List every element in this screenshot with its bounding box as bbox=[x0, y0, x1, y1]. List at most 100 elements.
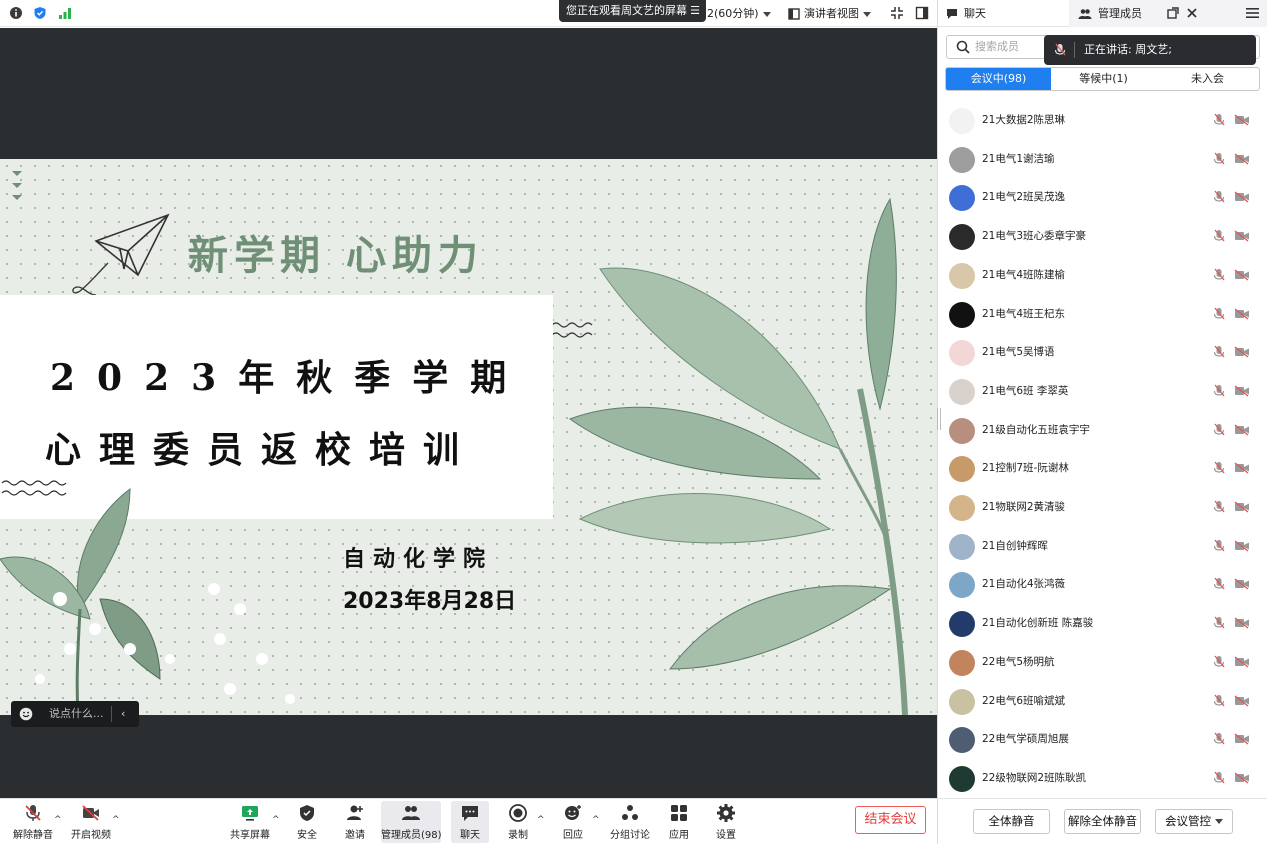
mic-muted-icon[interactable] bbox=[1213, 694, 1225, 708]
member-row[interactable]: 21自创钟辉晖 bbox=[938, 527, 1267, 566]
mic-muted-icon[interactable] bbox=[1213, 461, 1225, 475]
mute-all-button[interactable]: 全体静音 bbox=[973, 809, 1050, 834]
bottom-toolbar: 解除静音 ^ 开启视频 ^ 共享屏幕 ^ 安全 邀请 管理成员(98) 聊天 录… bbox=[0, 798, 937, 844]
tab-not-joined[interactable]: 未入会 bbox=[1156, 68, 1259, 90]
member-name: 21大数据2陈思琳 bbox=[982, 114, 1066, 126]
unmute-button[interactable]: 解除静音 bbox=[12, 801, 54, 843]
mic-muted-icon[interactable] bbox=[1213, 152, 1225, 166]
mic-muted-icon[interactable] bbox=[1213, 307, 1225, 321]
chevron-up-icon[interactable]: ^ bbox=[112, 815, 120, 825]
member-row[interactable]: 21自动化4张鸿薇 bbox=[938, 565, 1267, 604]
chevron-left-icon[interactable]: ‹ bbox=[121, 701, 125, 727]
security-button[interactable]: 安全 bbox=[292, 801, 322, 843]
info-icon[interactable] bbox=[9, 6, 23, 20]
member-row[interactable]: 22电气学硕周旭展 bbox=[938, 720, 1267, 759]
tab-chat[interactable]: 聊天 bbox=[938, 0, 1069, 27]
video-off-icon[interactable] bbox=[1234, 424, 1250, 436]
member-row[interactable]: 21电气4班王杞东 bbox=[938, 295, 1267, 334]
share-screen-button[interactable]: 共享屏幕 bbox=[228, 801, 272, 843]
member-row[interactable]: 21大数据2陈思琳 bbox=[938, 101, 1267, 140]
video-off-icon[interactable] bbox=[1234, 501, 1250, 513]
view-mode-dropdown[interactable]: 演讲者视图 bbox=[788, 0, 871, 27]
speaking-text: 正在讲话: 周文艺; bbox=[1084, 43, 1172, 56]
signal-icon[interactable] bbox=[58, 6, 72, 20]
video-off-icon[interactable] bbox=[1234, 733, 1250, 745]
chevron-up-icon[interactable]: ^ bbox=[592, 815, 600, 825]
react-button[interactable]: 回应 bbox=[558, 801, 588, 843]
mic-muted-icon[interactable] bbox=[1213, 771, 1225, 785]
member-row[interactable]: 21电气5吴博语 bbox=[938, 333, 1267, 372]
video-off-icon[interactable] bbox=[1234, 462, 1250, 474]
member-row[interactable]: 21电气2班吴茂逸 bbox=[938, 178, 1267, 217]
mic-muted-icon[interactable] bbox=[1213, 229, 1225, 243]
member-row[interactable]: 21电气3班心委章宇豪 bbox=[938, 217, 1267, 256]
chat-input[interactable]: 说点什么... ‹ bbox=[11, 701, 139, 727]
tab-members[interactable]: 管理成员 bbox=[1069, 0, 1267, 27]
mic-muted-icon[interactable] bbox=[1213, 539, 1225, 553]
tab-in-meeting[interactable]: 会议中(98) bbox=[946, 68, 1051, 90]
mic-muted-icon[interactable] bbox=[1213, 577, 1225, 591]
settings-button[interactable]: 设置 bbox=[713, 801, 739, 843]
mic-muted-icon[interactable] bbox=[1213, 423, 1225, 437]
mic-muted-icon[interactable] bbox=[1213, 345, 1225, 359]
video-off-icon[interactable] bbox=[1234, 307, 1250, 320]
video-off-icon[interactable] bbox=[1234, 694, 1250, 707]
chevron-up-icon[interactable]: ^ bbox=[54, 815, 62, 825]
member-row[interactable]: 21物联网2黄清骏 bbox=[938, 488, 1267, 527]
video-off-icon[interactable] bbox=[1234, 617, 1250, 629]
member-row[interactable]: 21电气4班陈建榆 bbox=[938, 256, 1267, 295]
chevron-up-icon[interactable]: ^ bbox=[537, 815, 545, 825]
meeting-duration[interactable]: 2(60分钟) bbox=[707, 0, 771, 27]
video-off-icon[interactable] bbox=[1234, 153, 1250, 165]
mic-muted-icon[interactable] bbox=[1213, 268, 1225, 282]
shield-icon[interactable] bbox=[33, 6, 47, 20]
manage-members-button[interactable]: 管理成员(98) bbox=[381, 801, 442, 843]
menu-icon[interactable]: ☰ bbox=[690, 0, 700, 22]
end-meeting-button[interactable]: 结束会议 bbox=[855, 806, 926, 834]
chat-button[interactable]: 聊天 bbox=[451, 801, 489, 843]
mic-muted-icon[interactable] bbox=[1213, 190, 1225, 204]
member-row[interactable]: 21自动化创新班 陈嘉骏 bbox=[938, 604, 1267, 643]
side-panel-icon[interactable] bbox=[915, 6, 929, 20]
member-row[interactable]: 21级自动化五班袁宇宇 bbox=[938, 411, 1267, 450]
invite-button[interactable]: 邀请 bbox=[340, 801, 370, 843]
meeting-control-dropdown[interactable]: 会议管控 bbox=[1155, 809, 1233, 834]
mic-muted-icon[interactable] bbox=[1213, 616, 1225, 630]
member-row[interactable]: 21控制7班-阮谢林 bbox=[938, 449, 1267, 488]
unmute-all-button[interactable]: 解除全体静音 bbox=[1064, 809, 1141, 834]
mic-muted-icon[interactable] bbox=[1213, 655, 1225, 669]
member-row[interactable]: 22级物联网2班陈耿凯 bbox=[938, 759, 1267, 796]
video-off-icon[interactable] bbox=[1234, 772, 1250, 784]
close-icon[interactable] bbox=[1186, 7, 1198, 19]
breakout-button[interactable]: 分组讨论 bbox=[609, 801, 651, 843]
mic-muted-icon[interactable] bbox=[1213, 384, 1225, 398]
screen-share-banner[interactable]: 您正在观看周文艺的屏幕 ☰ bbox=[559, 0, 706, 22]
video-off-icon[interactable] bbox=[1234, 346, 1250, 358]
chevron-up-icon[interactable]: ^ bbox=[272, 815, 280, 825]
video-off-icon[interactable] bbox=[1234, 114, 1250, 126]
video-off-icon[interactable] bbox=[1234, 230, 1250, 242]
panel-resize-handle[interactable] bbox=[937, 408, 941, 430]
exit-fullscreen-icon[interactable] bbox=[890, 6, 904, 20]
popout-icon[interactable] bbox=[1167, 7, 1179, 19]
member-row[interactable]: 21电气1谢洁瑜 bbox=[938, 140, 1267, 179]
mic-muted-icon[interactable] bbox=[1213, 500, 1225, 514]
video-off-icon[interactable] bbox=[1234, 540, 1250, 552]
mic-muted-icon[interactable] bbox=[1213, 113, 1225, 127]
start-video-button[interactable]: 开启视频 bbox=[70, 801, 112, 843]
video-off-icon[interactable] bbox=[1234, 656, 1250, 668]
mic-muted-icon[interactable] bbox=[1213, 732, 1225, 746]
apps-button[interactable]: 应用 bbox=[666, 801, 692, 843]
member-row[interactable]: 22电气5杨明航 bbox=[938, 643, 1267, 682]
video-off-icon[interactable] bbox=[1234, 385, 1250, 397]
emoji-icon[interactable] bbox=[19, 707, 33, 721]
video-off-icon[interactable] bbox=[1234, 269, 1250, 281]
member-row[interactable]: 21电气6班 李翠英 bbox=[938, 372, 1267, 411]
record-button[interactable]: 录制 bbox=[504, 801, 532, 843]
video-off-icon[interactable] bbox=[1234, 578, 1250, 590]
tab-waiting[interactable]: 等候中(1) bbox=[1051, 68, 1156, 90]
video-off-icon[interactable] bbox=[1234, 191, 1250, 203]
apps-icon bbox=[671, 805, 687, 821]
hamburger-menu-icon[interactable] bbox=[1246, 7, 1259, 19]
member-row[interactable]: 22电气6班喻斌斌 bbox=[938, 682, 1267, 721]
